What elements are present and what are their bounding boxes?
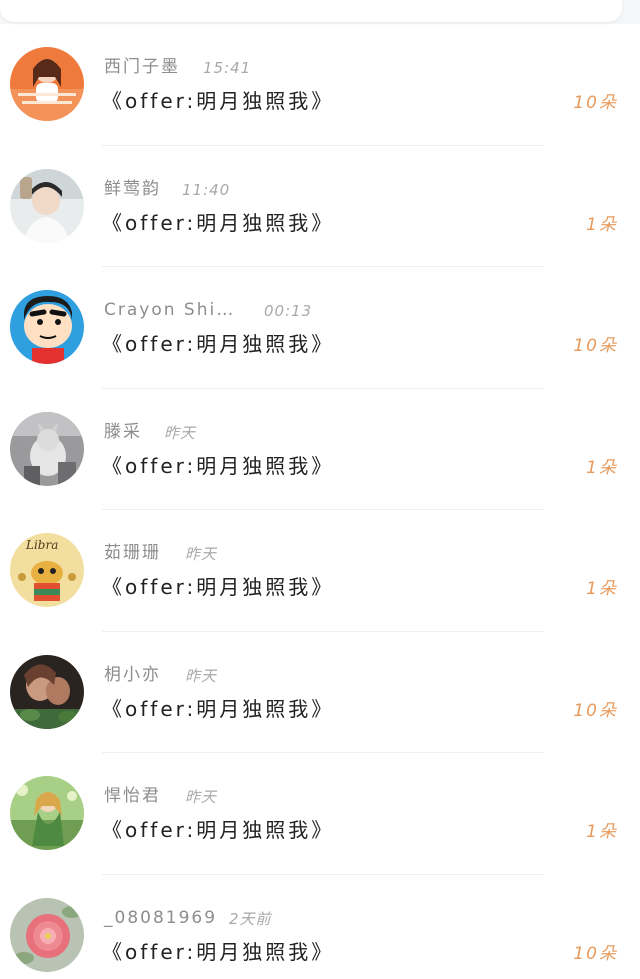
avatar[interactable]: Libra: [10, 533, 84, 607]
flower-count: 1朵: [586, 457, 618, 478]
send-time: 15:41: [203, 59, 252, 77]
flower-count: 1朵: [586, 822, 618, 842]
flower-count: 10朵: [573, 93, 618, 113]
svg-text:Libra: Libra: [25, 538, 58, 552]
send-time: 2天前: [229, 909, 272, 928]
send-time: 11:40: [182, 180, 231, 199]
gift-list-page: ❮ 西门子墨 15:41 《offer:明月独照我》 10朵: [0, 0, 640, 979]
gift-list: 西门子墨 15:41 《offer:明月独照我》 10朵 鲜莺韵 11:40 《…: [0, 24, 640, 979]
avatar[interactable]: [10, 168, 84, 243]
gift-title[interactable]: 《offer:明月独照我》: [102, 574, 334, 600]
sender-name[interactable]: Crayon Shi…: [104, 299, 235, 321]
gift-title[interactable]: 《offer:明月独照我》: [102, 453, 334, 479]
gift-title[interactable]: 《offer:明月独照我》: [102, 939, 334, 965]
avatar[interactable]: [10, 897, 84, 972]
flower-count: 1朵: [586, 579, 618, 599]
list-item[interactable]: 鲜莺韵 11:40 《offer:明月独照我》 1朵: [0, 146, 640, 267]
avatar[interactable]: [10, 776, 84, 850]
gift-title[interactable]: 《offer:明月独照我》: [102, 817, 334, 843]
avatar[interactable]: [10, 47, 84, 121]
avatar[interactable]: [10, 411, 84, 486]
send-time: 昨天: [185, 666, 218, 685]
list-item[interactable]: 悍怡君 昨天 《offer:明月独照我》 1朵: [0, 753, 640, 875]
avatar[interactable]: [10, 290, 84, 364]
list-item[interactable]: 滕采 昨天 《offer:明月独照我》 1朵: [0, 389, 640, 510]
sender-name[interactable]: 鲜莺韵: [104, 178, 161, 200]
sender-name[interactable]: 茹珊珊: [104, 542, 161, 564]
send-time: 00:13: [264, 302, 313, 320]
list-item[interactable]: 西门子墨 15:41 《offer:明月独照我》 10朵: [0, 24, 640, 146]
avatar[interactable]: [10, 654, 84, 729]
list-item[interactable]: Libra 茹珊珊 昨天 《offer:明月独照我》 1朵: [0, 510, 640, 632]
send-time: 昨天: [185, 788, 218, 806]
gift-title[interactable]: 《offer:明月独照我》: [102, 696, 334, 722]
top-bar: ❮: [0, 0, 622, 22]
flower-count: 10朵: [573, 336, 618, 356]
flower-count: 10朵: [573, 943, 618, 964]
flower-count: 10朵: [573, 700, 618, 721]
sender-name[interactable]: 西门子墨: [104, 56, 180, 78]
list-item[interactable]: _08081969 2天前 《offer:明月独照我》 10朵: [0, 875, 640, 979]
sender-name[interactable]: 枂小亦: [104, 664, 161, 686]
send-time: 昨天: [164, 423, 197, 442]
list-item[interactable]: Crayon Shi… 00:13 《offer:明月独照我》 10朵: [0, 267, 640, 389]
list-item[interactable]: 枂小亦 昨天 《offer:明月独照我》 10朵: [0, 632, 640, 753]
gift-title[interactable]: 《offer:明月独照我》: [102, 210, 334, 236]
flower-count: 1朵: [586, 214, 618, 235]
sender-name[interactable]: _08081969: [104, 907, 217, 929]
gift-title[interactable]: 《offer:明月独照我》: [102, 331, 334, 357]
sender-name[interactable]: 悍怡君: [104, 785, 161, 807]
send-time: 昨天: [185, 545, 218, 563]
sender-name[interactable]: 滕采: [104, 421, 142, 443]
gift-title[interactable]: 《offer:明月独照我》: [102, 88, 334, 114]
